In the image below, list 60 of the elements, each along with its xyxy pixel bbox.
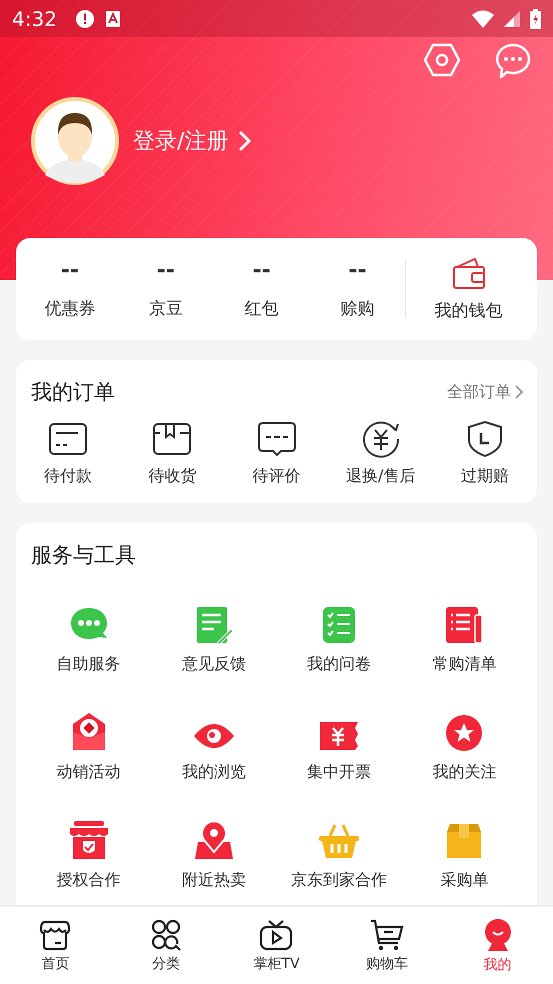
stat-item[interactable]: -- 京豆 — [118, 258, 214, 320]
service-item[interactable]: 常购清单 — [402, 587, 527, 675]
all-orders-link[interactable]: 全部订单 — [447, 382, 511, 402]
order-item[interactable]: 待收货 — [120, 420, 224, 487]
tab[interactable]: 分类 — [110, 907, 222, 984]
service-item[interactable]: 附近热卖 — [151, 803, 276, 891]
section-title: 服务与工具 — [31, 542, 137, 569]
section-title: 我的订单 — [31, 379, 116, 406]
stat-item[interactable]: -- 赊购 — [310, 258, 406, 320]
tv-icon — [259, 918, 294, 950]
service-item[interactable]: 京东到家合作 — [276, 803, 402, 891]
notification-icon — [104, 10, 121, 28]
checklist-icon — [322, 606, 356, 644]
wallet-item[interactable]: 我的钱包 — [406, 256, 531, 322]
stat-item[interactable]: -- 优惠券 — [22, 258, 118, 320]
package-icon — [152, 420, 192, 458]
chevron-right-icon — [238, 131, 252, 151]
stat-item[interactable]: -- 红包 — [214, 258, 310, 320]
message-icon[interactable] — [495, 43, 531, 79]
comment-icon — [256, 420, 296, 458]
service-item[interactable]: 我的关注 — [402, 695, 527, 783]
map-pin-icon — [194, 820, 234, 860]
list-icon — [445, 606, 484, 644]
signal-icon — [504, 10, 520, 26]
settings-icon[interactable] — [423, 43, 461, 77]
order-item[interactable]: 待付款 — [16, 420, 120, 487]
service-item[interactable]: 意见反馈 — [151, 587, 276, 675]
wallet-icon — [450, 256, 487, 290]
tab[interactable]: 掌柜TV — [221, 907, 332, 984]
store-icon — [68, 820, 109, 860]
service-item[interactable]: 我的浏览 — [151, 695, 276, 783]
box-icon — [446, 822, 482, 860]
cart-icon — [370, 918, 404, 950]
ticket-icon — [318, 720, 360, 752]
shield-icon — [466, 420, 503, 458]
alert-icon — [74, 8, 95, 28]
service-item[interactable]: 自助服务 — [26, 587, 152, 675]
service-item[interactable]: 授权合作 — [26, 803, 152, 891]
tab[interactable]: 首页 — [0, 907, 111, 984]
service-item[interactable]: 采购单 — [402, 803, 527, 891]
login-link[interactable]: 登录/注册 — [133, 126, 228, 156]
envelope-icon — [70, 712, 107, 752]
basket-icon — [318, 822, 360, 860]
battery-icon — [530, 8, 541, 28]
status-time: 4:32 — [12, 6, 57, 30]
category-icon — [150, 918, 182, 950]
order-item[interactable]: 过期赔 — [432, 420, 538, 487]
store-icon — [39, 918, 72, 950]
chevron-right-icon — [515, 385, 523, 399]
tab[interactable]: 我的 — [442, 907, 553, 984]
tab[interactable]: 购物车 — [332, 907, 442, 984]
refund-icon — [360, 420, 401, 458]
service-item[interactable]: 我的问卷 — [276, 587, 402, 675]
wifi-icon — [472, 10, 494, 28]
order-item[interactable]: 待评价 — [224, 420, 329, 487]
card-icon — [48, 420, 88, 458]
order-item[interactable]: 退换/售后 — [328, 420, 433, 487]
avatar[interactable] — [31, 97, 119, 185]
service-item[interactable]: 动销活动 — [26, 695, 152, 783]
service-item[interactable]: 集中开票 — [276, 695, 402, 783]
